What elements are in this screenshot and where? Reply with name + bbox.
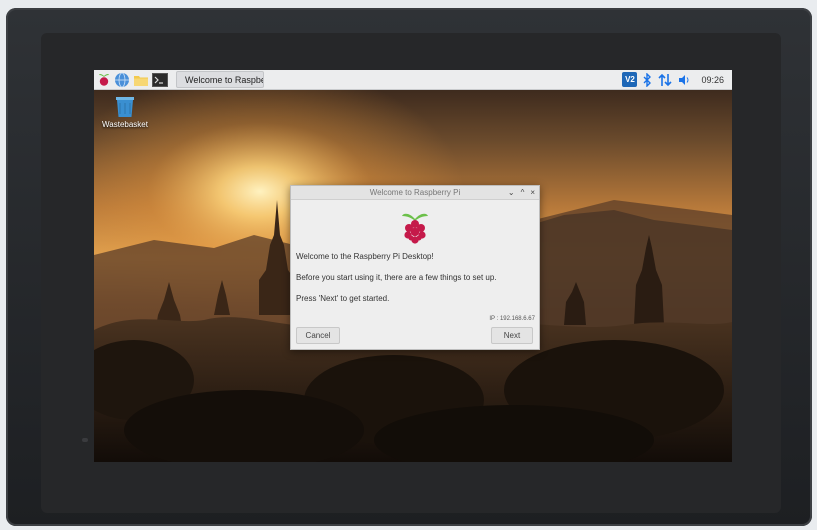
clock[interactable]: 09:26: [701, 75, 724, 85]
browser-icon[interactable]: [114, 71, 130, 88]
cancel-button[interactable]: Cancel: [296, 327, 340, 344]
dialog-instruction-text: Press 'Next' to get started.: [296, 294, 390, 303]
terminal-icon[interactable]: [152, 71, 168, 88]
file-manager-icon[interactable]: [133, 71, 149, 88]
welcome-dialog: Welcome to Raspberry Pi ⌄ ^ × Welcome to…: [290, 185, 540, 350]
taskbar: Welcome to Raspberr... V2 09:26: [94, 70, 732, 90]
network-icon[interactable]: [658, 73, 673, 87]
wastebasket-icon: [116, 97, 134, 117]
raspberry-menu-icon[interactable]: [97, 71, 111, 88]
screen: Welcome to Raspberr... V2 09:26 Wastebas…: [94, 70, 732, 462]
maximize-icon[interactable]: ^: [521, 186, 525, 199]
next-button[interactable]: Next: [491, 327, 533, 344]
system-tray: V2 09:26: [622, 72, 732, 87]
bluetooth-icon[interactable]: [643, 72, 652, 87]
dialog-title: Welcome to Raspberry Pi: [369, 188, 461, 197]
camera-sensor: [82, 438, 88, 442]
volume-icon[interactable]: [678, 74, 691, 86]
raspberry-pi-logo: [402, 213, 428, 244]
ip-address: IP : 192.168.6.67: [489, 316, 535, 322]
minimize-icon[interactable]: ⌄: [508, 186, 515, 199]
vnc-icon[interactable]: V2: [622, 72, 638, 87]
wastebasket-desktop-item[interactable]: Wastebasket: [100, 96, 150, 129]
close-icon[interactable]: ×: [530, 186, 535, 199]
wastebasket-label: Wastebasket: [102, 120, 148, 129]
taskbar-app-button[interactable]: Welcome to Raspberr...: [176, 71, 264, 88]
taskbar-app-title: Welcome to Raspberr...: [185, 74, 263, 85]
dialog-welcome-text: Welcome to the Raspberry Pi Desktop!: [296, 252, 434, 261]
dialog-setup-text: Before you start using it, there are a f…: [296, 273, 497, 282]
dialog-titlebar[interactable]: Welcome to Raspberry Pi ⌄ ^ ×: [291, 186, 539, 200]
